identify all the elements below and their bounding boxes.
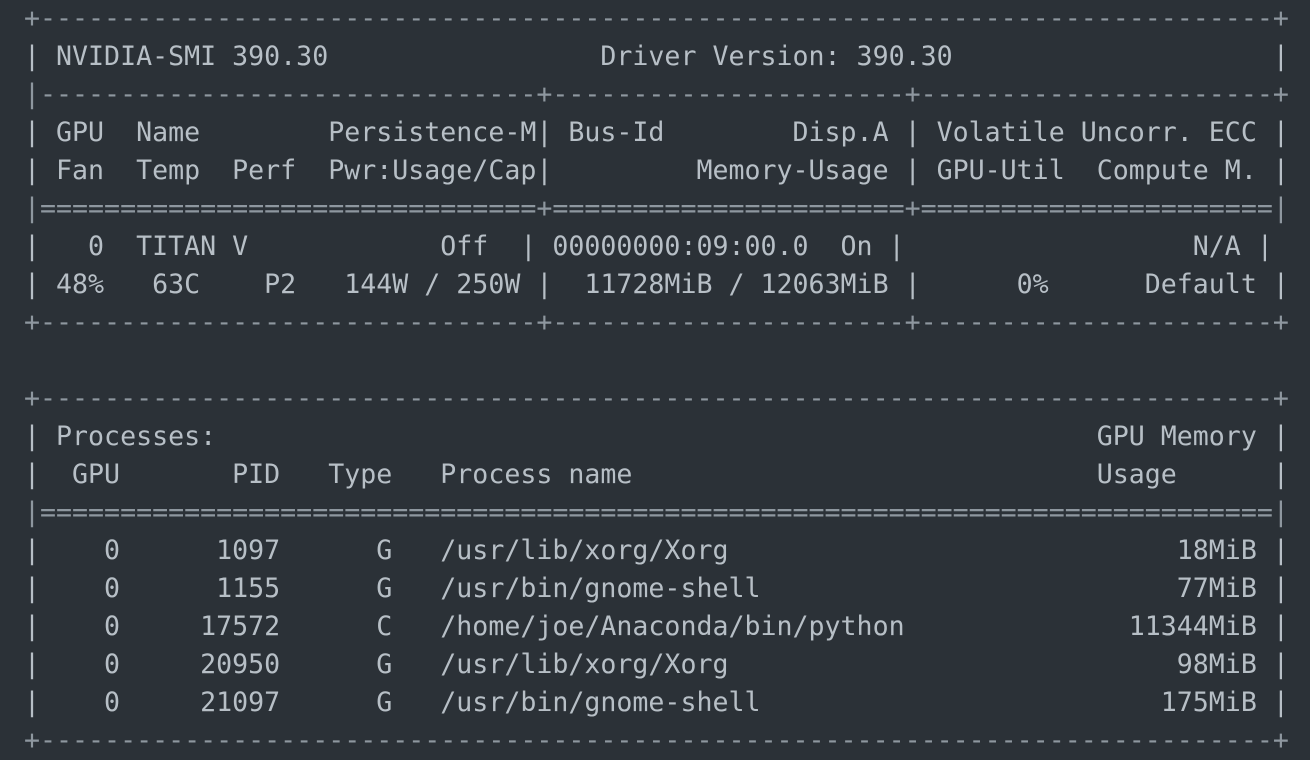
process-row: | 0 20950 G /usr/lib/xorg/Xorg 98MiB | bbox=[24, 649, 1289, 680]
process-row: | 0 1097 G /usr/lib/xorg/Xorg 18MiB | bbox=[24, 535, 1289, 566]
version-header-row: | NVIDIA-SMI 390.30 Driver Version: 390.… bbox=[24, 41, 1289, 72]
table-divider: |-------------------------------+-------… bbox=[24, 79, 1289, 110]
processes-border-top: +---------------------------------------… bbox=[24, 383, 1289, 414]
processes-header-separator: |=======================================… bbox=[24, 497, 1289, 528]
column-header-row-1: | GPU Name Persistence-M| Bus-Id Disp.A … bbox=[24, 117, 1289, 148]
table-border-top: +---------------------------------------… bbox=[24, 3, 1289, 34]
gpu-status-table: +---------------------------------------… bbox=[24, 0, 1289, 342]
process-row: | 0 17572 C /home/joe/Anaconda/bin/pytho… bbox=[24, 611, 1289, 642]
table-border-bottom: +-------------------------------+-------… bbox=[24, 307, 1289, 338]
processes-column-header: | GPU PID Type Process name Usage | bbox=[24, 459, 1289, 490]
processes-title-row: | Processes: GPU Memory | bbox=[24, 421, 1289, 452]
processes-border-bottom: +---------------------------------------… bbox=[24, 725, 1289, 756]
gpu-row-2: | 48% 63C P2 144W / 250W | 11728MiB / 12… bbox=[24, 269, 1289, 300]
terminal-output: +---------------------------------------… bbox=[24, 0, 1289, 760]
processes-table: +---------------------------------------… bbox=[24, 380, 1289, 760]
table-gap bbox=[24, 342, 1289, 380]
column-header-row-2: | Fan Temp Perf Pwr:Usage/Cap| Memory-Us… bbox=[24, 155, 1289, 186]
gpu-row-1: | 0 TITAN V Off | 00000000:09:00.0 On | … bbox=[24, 231, 1273, 262]
process-row: | 0 1155 G /usr/bin/gnome-shell 77MiB | bbox=[24, 573, 1289, 604]
process-row: | 0 21097 G /usr/bin/gnome-shell 175MiB … bbox=[24, 687, 1289, 718]
header-separator: |===============================+=======… bbox=[24, 193, 1289, 224]
